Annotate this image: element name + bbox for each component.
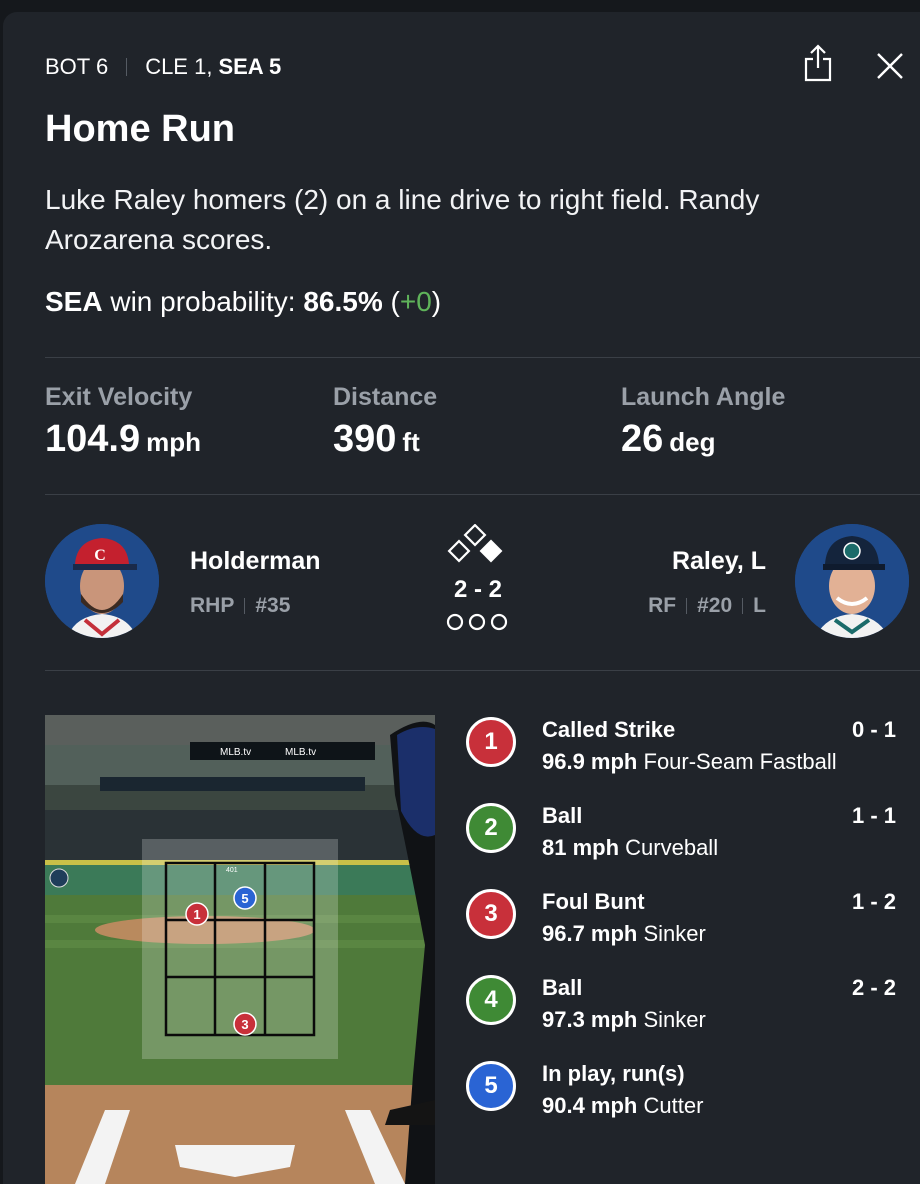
win-prob-open: ( (382, 286, 400, 317)
batter-position: RF (648, 594, 677, 617)
pitch-list-item[interactable]: 3 Foul Bunt 1 - 2 96.7 mph Sinker (466, 889, 906, 949)
pitch-type: Sinker (643, 1007, 706, 1032)
stat-value: 26 (621, 418, 664, 460)
batter-number: #20 (697, 594, 733, 617)
share-button[interactable] (798, 40, 838, 86)
stadium-image: MLB.tv MLB.tv 401 1 5 3 (45, 715, 435, 1184)
pitch-speed: 81 mph (542, 835, 620, 860)
pitch-speed: 96.9 mph (542, 749, 638, 774)
pitch-count: 0 - 1 (851, 717, 896, 742)
svg-text:C: C (94, 547, 106, 564)
stat-unit: ft (402, 427, 420, 457)
pitch-detail: 96.9 mph Four-Seam Fastball (542, 749, 837, 775)
pitch-number-badge: 3 (466, 889, 516, 939)
pitch-speed: 97.3 mph (542, 1007, 638, 1032)
pitch-number-badge: 4 (466, 975, 516, 1025)
stadium-ad-text: MLB.tv (285, 747, 316, 758)
batter-meta: RF #20 L (560, 594, 766, 618)
close-button[interactable] (872, 48, 908, 84)
stadium-ad-text: MLB.tv (220, 747, 251, 758)
win-prob-value: 86.5% (303, 286, 383, 317)
stat-label: Launch Angle (621, 383, 786, 411)
close-icon (877, 53, 903, 79)
win-prob-team: SEA (45, 286, 103, 317)
stat-value: 390 (333, 418, 397, 460)
divider (244, 598, 246, 614)
pitch-detail: 96.7 mph Sinker (542, 921, 706, 947)
pitch-marker-1[interactable]: 1 (185, 902, 209, 926)
game-status-line: BOT 6 CLE 1, SEA 5 (45, 52, 281, 82)
zone-label: 401 (226, 867, 238, 874)
pitch-list-item[interactable]: 1 Called Strike 0 - 1 96.9 mph Four-Seam… (466, 717, 906, 777)
pitch-type: Cutter (643, 1093, 704, 1118)
batter-avatar[interactable] (795, 524, 909, 638)
pitch-count: 1 - 1 (851, 803, 896, 828)
pitch-detail: 81 mph Curveball (542, 835, 718, 861)
away-score: CLE 1, (145, 54, 213, 79)
pitch-type: Four-Seam Fastball (643, 749, 837, 774)
win-prob-change: +0 (399, 286, 432, 317)
bases-diamond-icon (447, 524, 503, 563)
pitch-number-badge: 2 (466, 803, 516, 853)
win-prob-label: win probability: (102, 286, 304, 317)
play-description: Luke Raley homers (2) on a line drive to… (45, 184, 760, 255)
outs-icon (446, 613, 508, 631)
seattle-cap-avatar (795, 524, 909, 638)
pitch-list-item[interactable]: 5 In play, run(s) 90.4 mph Cutter (466, 1061, 906, 1121)
pitch-call: Ball (542, 803, 583, 828)
pitch-marker-5[interactable]: 5 (233, 886, 257, 910)
strike-zone-view[interactable]: MLB.tv MLB.tv 401 1 5 3 (45, 715, 435, 1184)
pitch-list-item[interactable]: 2 Ball 1 - 1 81 mph Curveball (466, 803, 906, 863)
pitcher-position: RHP (190, 594, 235, 617)
stat-label: Exit Velocity (45, 383, 193, 411)
inning-label: BOT 6 (45, 54, 109, 79)
divider (686, 598, 688, 614)
stat-label: Distance (333, 383, 438, 411)
pitcher-meta: RHP #35 (190, 594, 290, 618)
win-prob-close: ) (431, 286, 442, 317)
pitch-speed: 96.7 mph (542, 921, 638, 946)
stat-unit: deg (669, 427, 716, 457)
pitch-detail: 97.3 mph Sinker (542, 1007, 706, 1033)
pitch-number-badge: 1 (466, 717, 516, 767)
pitch-call: Called Strike (542, 717, 676, 742)
pitch-marker-number: 3 (241, 1017, 248, 1032)
stat-exit-velocity: Exit Velocity 104.9 mph (45, 383, 201, 461)
pitch-call: Ball (542, 975, 583, 1000)
divider (45, 494, 920, 495)
batter-name[interactable]: Raley, L (560, 547, 766, 576)
pitch-detail: 90.4 mph Cutter (542, 1093, 703, 1119)
pitch-call: Foul Bunt (542, 889, 645, 914)
batter-bats: L (753, 594, 766, 617)
pitch-speed: 90.4 mph (542, 1093, 638, 1118)
pitcher-name[interactable]: Holderman (190, 547, 321, 576)
share-icon (804, 44, 832, 82)
win-probability: SEA win probability: 86.5% (+0) (45, 286, 441, 318)
divider (742, 598, 744, 614)
stat-distance: Distance 390 ft (333, 383, 437, 461)
pitch-count: 2 - 2 (851, 975, 896, 1000)
stat-launch-angle: Launch Angle 26 deg (621, 383, 785, 461)
pitcher-number: #35 (255, 594, 291, 617)
pitch-call: In play, run(s) (542, 1061, 685, 1086)
divider (45, 670, 920, 671)
play-title: Home Run (45, 108, 235, 150)
stat-value: 104.9 (45, 418, 141, 460)
divider (45, 357, 920, 358)
pitch-number-badge: 5 (466, 1061, 516, 1111)
pitch-marker-3[interactable]: 3 (233, 1012, 257, 1036)
pitch-list-item[interactable]: 4 Ball 2 - 2 97.3 mph Sinker (466, 975, 906, 1035)
pitcher-avatar[interactable]: C (45, 524, 159, 638)
pitch-marker-number: 1 (193, 907, 200, 922)
ball-strike-count: 2 - 2 (453, 576, 503, 603)
pitch-count: 1 - 2 (851, 889, 896, 914)
pitch-type: Sinker (643, 921, 706, 946)
home-score: SEA 5 (218, 54, 282, 79)
stat-unit: mph (146, 427, 201, 457)
pitch-type: Curveball (625, 835, 719, 860)
divider (126, 58, 128, 76)
pitch-marker-number: 5 (241, 891, 248, 906)
cleveland-cap-avatar: C (45, 524, 159, 638)
